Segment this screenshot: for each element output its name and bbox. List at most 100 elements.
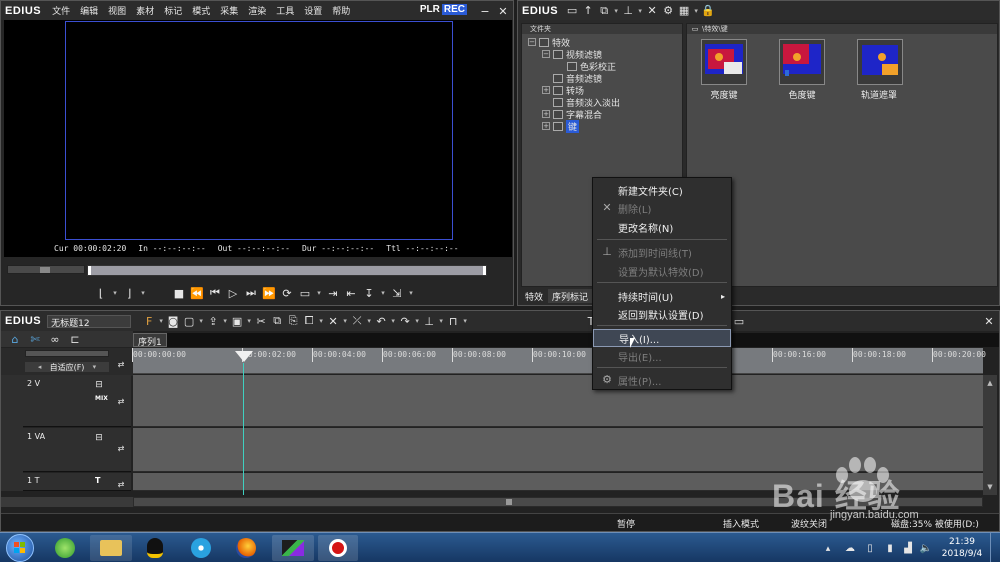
dropdown-icon[interactable]: ▾ [221,313,229,329]
replace-icon[interactable]: ⧠ [301,313,317,329]
tab-sequence-markers[interactable]: 序列标记 [548,289,593,303]
show-desktop-button[interactable] [990,533,1000,562]
close-icon[interactable]: ✕ [495,3,511,19]
mark-out-icon[interactable]: ⌋ [121,285,137,301]
save-icon[interactable]: ▣ [229,313,245,329]
context-menu-item[interactable]: 新建文件夹(C) [593,181,731,199]
delete-icon[interactable]: ✕ [644,3,660,19]
dropdown-icon[interactable]: ▾ [365,313,373,329]
tree-item[interactable]: − 特效 [528,36,570,49]
track-lock-icon[interactable]: ⊟ [91,377,107,393]
lock-icon[interactable]: 🔒 [700,3,716,19]
network-icon[interactable]: ▟ [900,540,916,556]
step-forward-icon[interactable]: ⏭ [243,285,259,301]
add-to-timeline-icon[interactable]: ⊥ [620,3,636,19]
dropdown-icon[interactable]: ▾ [413,313,421,329]
taskbar-explorer[interactable] [90,535,132,561]
dropdown-icon[interactable]: ▾ [692,3,700,19]
volume-icon[interactable]: 🔈 [918,540,934,556]
dropdown-icon[interactable]: ▾ [379,285,387,301]
menu-item-10[interactable]: 帮助 [327,4,355,17]
insert-to-timeline-icon[interactable]: ⇥ [325,285,341,301]
taskbar-media[interactable] [180,535,222,561]
tree-item[interactable]: + 转场 [542,84,584,97]
mode-icon[interactable]: F [141,313,157,329]
sync-icon[interactable]: ∞ [47,331,63,347]
start-button[interactable] [6,534,34,562]
dropdown-icon[interactable]: ▾ [317,313,325,329]
menu-item-5[interactable]: 模式 [187,4,215,17]
expand-icon[interactable]: ⇄ [113,356,129,372]
menu-item-0[interactable]: 文件 [47,4,75,17]
tree-item[interactable]: + 键 [542,119,580,133]
clock[interactable]: 21:39 2018/9/4 [940,536,984,560]
menu-item-7[interactable]: 渲染 [243,4,271,17]
up-folder-icon[interactable]: ↑ [580,3,596,19]
dropdown-icon[interactable]: ▾ [437,313,445,329]
chroma-key-thumb[interactable] [779,39,825,85]
mix-badge[interactable]: MIX [95,395,108,402]
open-icon[interactable]: ⇪ [205,313,221,329]
step-back-icon[interactable]: ⏮ [207,285,223,301]
tree-item[interactable]: 音频淡入淡出 [542,96,620,109]
collapse-icon[interactable]: − [542,50,550,58]
mark-in-icon[interactable]: ⌊ [93,285,109,301]
track-body-2v[interactable] [133,375,983,427]
dropdown-icon[interactable]: ▾ [157,313,165,329]
expand-icon[interactable]: ⇄ [113,440,129,456]
rewind-icon[interactable]: ⏪ [189,285,205,301]
menu-item-8[interactable]: 工具 [271,4,299,17]
menu-item-9[interactable]: 设置 [299,4,327,17]
loop-play-icon[interactable]: ⟳ [279,285,295,301]
new-icon[interactable]: ▢ [181,313,197,329]
delete-icon[interactable]: ✕ [325,313,341,329]
context-menu-item[interactable]: 更改名称(N) [593,218,731,236]
undo-icon[interactable]: ↶ [373,313,389,329]
expand-icon[interactable]: + [542,86,550,94]
minimize-icon[interactable]: − [477,3,493,19]
position-marker[interactable] [88,266,91,275]
context-menu-item[interactable]: 导入(I)... [593,329,731,348]
insert-mode-status[interactable]: 插入模式 [723,517,759,530]
menu-item-3[interactable]: 素材 [131,4,159,17]
position-slider[interactable] [87,265,487,276]
taskbar-360-browser[interactable] [46,535,84,561]
expand-icon[interactable]: + [542,122,550,130]
overwrite-to-timeline-icon[interactable]: ⇤ [343,285,359,301]
trim-icon[interactable]: ↧ [361,285,377,301]
expand-icon[interactable]: + [542,110,550,118]
shuttle-handle[interactable] [40,267,50,273]
battery-icon[interactable]: ▮ [882,540,898,556]
tray-expand-icon[interactable]: ▴ [820,541,836,557]
tree-item[interactable]: 色彩校正 [556,60,616,73]
luma-key-thumb[interactable] [701,39,747,85]
context-menu-item[interactable]: 返回到默认设置(D) [593,305,731,323]
shuttle-slider[interactable] [7,265,85,274]
split-icon[interactable]: ⊥ [421,313,437,329]
dropdown-icon[interactable]: ▾ [197,313,205,329]
expand-icon[interactable]: ⇄ [113,476,129,492]
tab-sequence-1[interactable]: 序列1 [133,333,167,348]
plr-toggle[interactable]: PLR [418,4,442,15]
tree-item[interactable]: 音频滤镜 [542,72,602,85]
tray-app-icon[interactable]: ☁ [842,540,858,556]
tab-effects[interactable]: 特效 [521,289,548,303]
dropdown-icon[interactable]: ▾ [407,285,415,301]
rec-toggle[interactable]: REC [441,4,467,15]
expand-icon[interactable]: ⇄ [113,393,129,409]
tree-item[interactable]: + 字幕混合 [542,108,602,121]
dropdown-icon[interactable]: ▾ [315,285,323,301]
taskbar-qq[interactable] [136,535,174,561]
tree-item[interactable]: − 视频滤镜 [542,48,602,61]
export-icon[interactable]: ▭ [731,313,747,329]
playhead-handle[interactable] [235,351,253,362]
track-lock-icon[interactable]: ⊟ [91,430,107,446]
dropdown-icon[interactable]: ▾ [612,3,620,19]
play-icon[interactable]: ▷ [225,285,241,301]
dropdown-icon[interactable]: ▾ [139,285,147,301]
dropdown-icon[interactable]: ▾ [111,285,119,301]
ripple-delete-icon[interactable]: ⤫ [349,313,365,329]
taskbar-edius[interactable] [272,535,314,561]
dropdown-icon[interactable]: ▾ [245,313,253,329]
cut-icon[interactable]: ✂ [253,313,269,329]
